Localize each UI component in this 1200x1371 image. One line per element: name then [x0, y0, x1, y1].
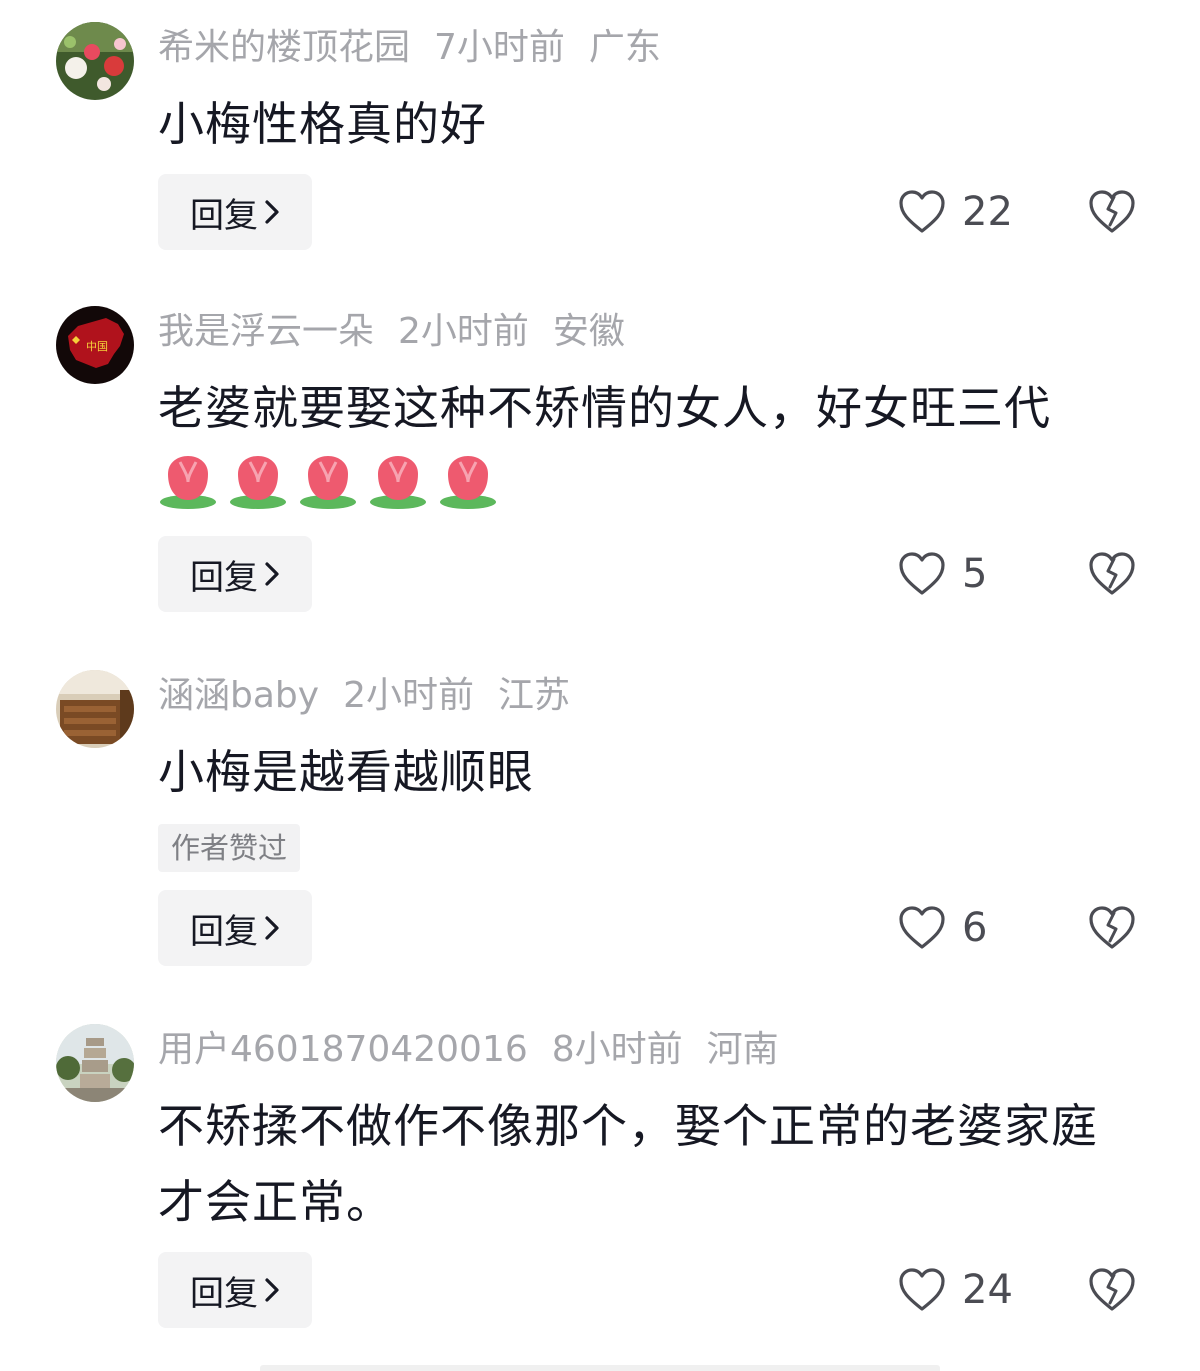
username[interactable]: 希米的楼顶花园 [158, 24, 410, 72]
comment-meta: 我是浮云一朵 2小时前 安徽 [158, 308, 625, 356]
comment-meta: 涵涵baby 2小时前 江苏 [158, 672, 570, 720]
comment-text: 老婆就要娶这种不矫情的女人，好女旺三代 [158, 381, 1051, 435]
comment-text: 小梅是越看越顺眼 [158, 745, 534, 799]
comment-time: 8小时前 [551, 1029, 683, 1070]
dislike-button[interactable] [1086, 1252, 1138, 1328]
reply-button[interactable]: 回复 [158, 536, 312, 612]
flower-garden-avatar-icon [56, 22, 134, 100]
comment-location: 广东 [588, 27, 661, 68]
pagoda-avatar-icon [56, 1024, 134, 1102]
chevron-right-icon [265, 200, 279, 224]
reply-button[interactable]: 回复 [158, 174, 312, 250]
reply-label: 回复 [190, 557, 258, 598]
reply-label: 回复 [190, 195, 258, 236]
avatar[interactable] [56, 670, 134, 748]
heart-icon [899, 906, 945, 949]
tulip-icon [300, 456, 356, 509]
username[interactable]: 涵涵baby [158, 672, 319, 720]
comment-time: 7小时前 [434, 27, 565, 68]
like-count: 5 [962, 551, 988, 597]
china-map-avatar-icon: 中国 [56, 306, 134, 384]
tulip-icon [440, 456, 496, 509]
wooden-interior-avatar-icon [56, 670, 134, 748]
dislike-button[interactable] [1086, 536, 1138, 612]
comment-text: 不矫揉不做作不像那个，娶个正常的老婆家庭才会正常。 [158, 1099, 1098, 1229]
avatar[interactable] [56, 22, 134, 100]
like-button[interactable]: 6 [898, 890, 987, 966]
reply-label: 回复 [190, 911, 258, 952]
chevron-right-icon [265, 562, 279, 586]
like-button[interactable]: 22 [898, 174, 1013, 250]
heart-icon [899, 190, 945, 233]
avatar[interactable] [56, 1024, 134, 1102]
tulip-icon [370, 456, 426, 509]
comment-time: 2小时前 [398, 311, 529, 352]
bottom-divider [260, 1365, 940, 1371]
tulip-icon [160, 456, 216, 509]
comment-location: 江苏 [497, 675, 570, 716]
broken-heart-icon [1089, 190, 1135, 233]
comment-location: 安徽 [552, 311, 625, 352]
username[interactable]: 用户4601870420016 [158, 1026, 528, 1074]
heart-icon [899, 552, 945, 595]
like-count: 22 [962, 189, 1013, 235]
avatar[interactable]: 中国 [56, 306, 134, 384]
chevron-right-icon [265, 1278, 279, 1302]
broken-heart-icon [1089, 552, 1135, 595]
comment-text: 小梅性格真的好 [158, 97, 487, 151]
like-count: 6 [962, 905, 988, 951]
chevron-right-icon [265, 916, 279, 940]
dislike-button[interactable] [1086, 890, 1138, 966]
heart-icon [899, 1268, 945, 1311]
like-button[interactable]: 24 [898, 1252, 1013, 1328]
comment-meta: 希米的楼顶花园 7小时前 广东 [158, 24, 661, 72]
like-button[interactable]: 5 [898, 536, 987, 612]
broken-heart-icon [1089, 1268, 1135, 1311]
author-liked-badge: 作者赞过 [158, 824, 301, 872]
reply-button[interactable]: 回复 [158, 890, 312, 966]
tulip-icon [230, 456, 286, 509]
comment-meta: 用户4601870420016 8小时前 河南 [158, 1026, 779, 1074]
avatar-label: 中国 [86, 340, 108, 353]
dislike-button[interactable] [1086, 174, 1138, 250]
comment-time: 2小时前 [343, 675, 474, 716]
broken-heart-icon [1089, 906, 1135, 949]
username[interactable]: 我是浮云一朵 [158, 308, 374, 356]
emoji-row [158, 452, 498, 512]
comment-location: 河南 [706, 1029, 779, 1070]
reply-button[interactable]: 回复 [158, 1252, 312, 1328]
reply-label: 回复 [190, 1273, 258, 1314]
like-count: 24 [962, 1267, 1013, 1313]
